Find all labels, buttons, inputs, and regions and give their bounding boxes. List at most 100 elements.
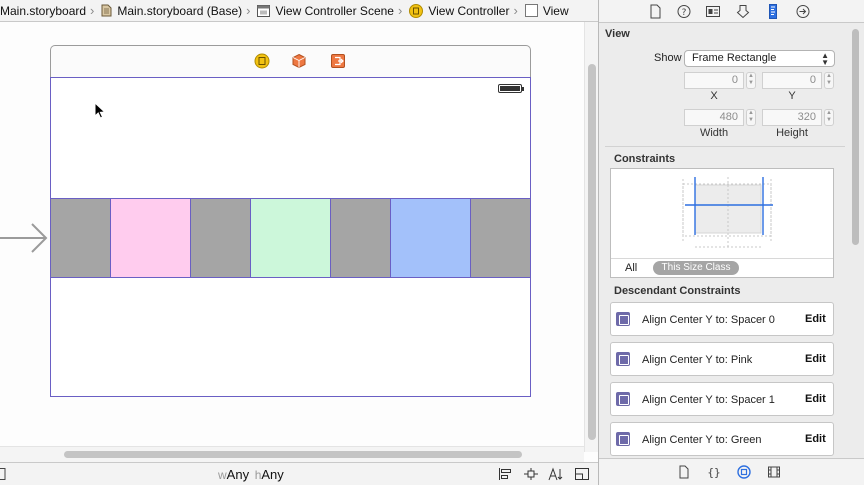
storyboard-file-icon: [101, 4, 112, 17]
canvas-vertical-scrollbar[interactable]: [584, 22, 598, 452]
breadcrumb-label: Main.storyboard (Base): [117, 3, 243, 18]
resolve-auto-layout-icon[interactable]: [548, 467, 564, 481]
file-inspector-icon[interactable]: [647, 4, 663, 19]
file-template-library-icon[interactable]: [677, 465, 691, 479]
y-field[interactable]: 0: [762, 72, 822, 89]
spacer-view-0[interactable]: [51, 199, 111, 277]
chevron-right-icon: ›: [90, 3, 95, 18]
constraints-tabs: All This Size Class: [611, 258, 833, 278]
edit-button[interactable]: Edit: [805, 393, 826, 405]
pin-icon[interactable]: [523, 467, 539, 481]
height-stepper[interactable]: ▲ ▼: [824, 109, 834, 126]
section-title-view: View: [605, 28, 630, 40]
object-library-icon[interactable]: [737, 465, 751, 479]
battery-icon: [498, 84, 524, 93]
tab-this-size-class[interactable]: This Size Class: [653, 261, 739, 275]
canvas-horizontal-scrollbar[interactable]: [0, 446, 584, 462]
constraint-row[interactable]: Align Center Y to: Spacer 1 Edit: [610, 382, 834, 416]
media-library-icon[interactable]: [767, 465, 781, 479]
align-constraint-icon: [616, 392, 630, 406]
view-controller-icon[interactable]: [254, 53, 270, 69]
scene-icon: [257, 4, 271, 17]
quick-help-icon[interactable]: ?: [676, 4, 692, 19]
x-label: X: [710, 90, 718, 102]
size-class-width: Any: [226, 467, 250, 482]
color-views-row: [51, 198, 530, 278]
svg-text:?: ?: [682, 8, 687, 18]
storyboard-canvas[interactable]: [0, 22, 598, 462]
constraints-editor[interactable]: All This Size Class: [610, 168, 834, 278]
pink-view[interactable]: [111, 199, 191, 277]
scene-dock: [50, 45, 531, 77]
breadcrumb-storyboard-base[interactable]: Main.storyboard (Base): [97, 4, 242, 18]
size-class-height: Any: [261, 467, 284, 482]
size-class-control[interactable]: wAny hAny: [218, 467, 284, 482]
width-stepper[interactable]: ▲ ▼: [746, 109, 756, 126]
constraint-row[interactable]: Align Center Y to: Spacer 0 Edit: [610, 302, 834, 336]
show-select[interactable]: Frame Rectangle ▲ ▼: [684, 50, 835, 67]
spacer-view-3[interactable]: [471, 199, 530, 277]
tab-all[interactable]: All: [625, 262, 637, 274]
breadcrumb-view-controller[interactable]: View Controller: [405, 3, 510, 18]
view-controller-icon: [409, 3, 424, 18]
descendant-constraints-title: Descendant Constraints: [614, 285, 741, 297]
constraint-text: Align Center Y to: Pink: [642, 354, 753, 366]
svg-text:{}: {}: [707, 466, 720, 479]
align-constraint-icon: [616, 352, 630, 366]
constraints-title: Constraints: [614, 153, 676, 165]
resizing-behavior-icon[interactable]: [574, 467, 590, 481]
code-snippet-library-icon[interactable]: {}: [707, 465, 721, 479]
constraint-row[interactable]: Align Center Y to: Pink Edit: [610, 342, 834, 376]
constraint-text: Align Center Y to: Spacer 0: [642, 314, 775, 326]
align-constraint-icon: [616, 432, 630, 446]
select-arrows-icon: ▲ ▼: [821, 51, 829, 67]
x-stepper[interactable]: ▲ ▼: [746, 72, 756, 89]
initial-view-controller-arrow-icon[interactable]: [0, 218, 50, 258]
jump-bar: Main.storyboard › Main.storyboard (Base)…: [0, 0, 598, 22]
edit-button[interactable]: Edit: [805, 313, 826, 325]
chevron-right-icon: ›: [397, 3, 403, 18]
library-tab-bar: {}: [599, 458, 864, 485]
show-select-value: Frame Rectangle: [692, 52, 777, 64]
breadcrumb-label: View Controller: [428, 3, 510, 18]
breadcrumb-view[interactable]: View: [521, 4, 569, 18]
identity-inspector-icon[interactable]: [705, 4, 721, 19]
edit-button[interactable]: Edit: [805, 433, 826, 445]
constraint-text: Align Center Y to: Green: [642, 434, 762, 446]
document-outline-toggle-icon[interactable]: [0, 467, 6, 481]
breadcrumb-main-storyboard[interactable]: Main.storyboard: [0, 4, 86, 18]
size-class-w-prefix: w: [218, 468, 227, 482]
height-label: Height: [776, 127, 808, 139]
breadcrumb-scene[interactable]: View Controller Scene: [253, 4, 394, 18]
breadcrumb-label: Main.storyboard: [0, 3, 87, 18]
chevron-right-icon: ›: [513, 3, 518, 18]
breadcrumb-label: View: [542, 3, 569, 18]
size-inspector-icon[interactable]: [765, 4, 781, 19]
x-field[interactable]: 0: [684, 72, 744, 89]
constraint-text: Align Center Y to: Spacer 1: [642, 394, 775, 406]
width-field[interactable]: 480: [684, 109, 744, 126]
breadcrumb-label: View Controller Scene: [275, 3, 394, 18]
attributes-inspector-icon[interactable]: [735, 4, 751, 19]
mouse-pointer-icon: [94, 102, 106, 119]
inspector-scrollbar[interactable]: [849, 23, 863, 458]
blue-view[interactable]: [391, 199, 471, 277]
spacer-view-2[interactable]: [331, 199, 391, 277]
align-constraint-icon: [616, 312, 630, 326]
constraints-diagram: [682, 177, 773, 249]
first-responder-cube-icon[interactable]: [291, 53, 307, 69]
view-icon: [524, 4, 538, 17]
edit-button[interactable]: Edit: [805, 353, 826, 365]
view-controller-root-view[interactable]: [50, 77, 531, 397]
show-label: Show: [654, 52, 682, 64]
constraint-row[interactable]: Align Center Y to: Green Edit: [610, 422, 834, 456]
y-stepper[interactable]: ▲ ▼: [824, 72, 834, 89]
green-view[interactable]: [251, 199, 331, 277]
spacer-view-1[interactable]: [191, 199, 251, 277]
height-field[interactable]: 320: [762, 109, 822, 126]
connections-inspector-icon[interactable]: [795, 4, 811, 19]
align-icon[interactable]: [498, 467, 514, 481]
chevron-right-icon: ›: [246, 3, 251, 18]
exit-icon[interactable]: [330, 53, 346, 69]
y-label: Y: [788, 90, 796, 102]
